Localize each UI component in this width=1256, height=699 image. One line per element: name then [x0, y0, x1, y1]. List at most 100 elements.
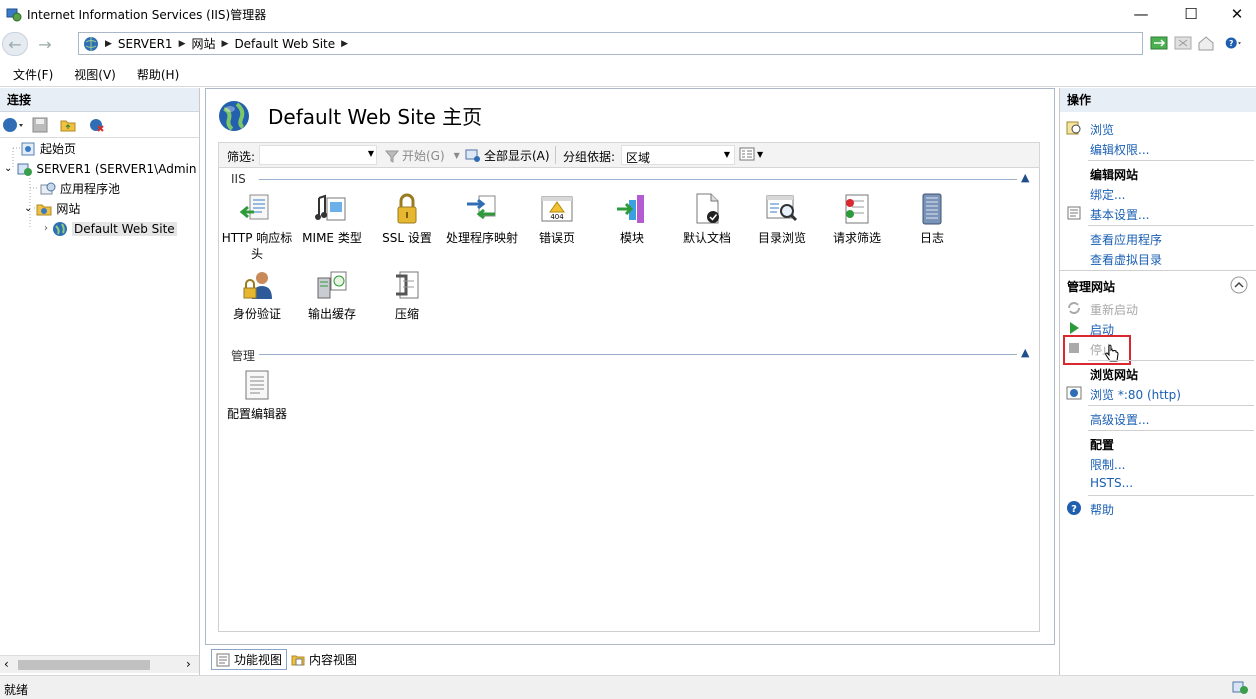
save-icon[interactable] [32, 117, 48, 133]
request-filtering-icon [845, 194, 869, 224]
sites-folder-icon [36, 204, 52, 215]
feature-handler-mappings[interactable]: 处理程序映射 [444, 192, 520, 246]
action-view-applications[interactable]: 查看应用程序 [1090, 231, 1162, 248]
action-browse-http[interactable]: 浏览 *:80 (http) [1090, 386, 1181, 403]
help-dropdown-icon[interactable]: ? [1225, 34, 1243, 52]
feature-label: 身份验证 [232, 307, 281, 321]
expand-down-chevron-icon[interactable]: ⌄ [24, 203, 32, 214]
action-advanced-settings[interactable]: 高级设置... [1090, 411, 1149, 428]
disconnect-icon[interactable] [1174, 34, 1192, 52]
action-edit-permissions[interactable]: 编辑权限... [1090, 141, 1149, 158]
tab-features-view[interactable]: 功能视图 [211, 649, 288, 670]
expand-right-chevron-icon[interactable]: › [44, 223, 48, 234]
group-by-dropdown-arrow-icon[interactable]: ▼ [724, 150, 730, 159]
minimize-button[interactable]: — [1118, 0, 1164, 28]
scroll-left-icon[interactable]: ‹ [4, 657, 9, 671]
expand-down-chevron-icon[interactable]: ⌄ [4, 163, 12, 174]
browse-icon [1066, 121, 1081, 135]
feature-modules[interactable]: 模块 [594, 192, 670, 246]
menu-help[interactable]: 帮助(H) [137, 66, 179, 83]
app-pools-icon [40, 182, 56, 194]
action-help[interactable]: 帮助 [1090, 501, 1114, 518]
feature-authentication[interactable]: 身份验证 [219, 268, 295, 322]
collapse-up-chevron-icon[interactable] [1230, 276, 1248, 294]
title-bar: Internet Information Services (IIS)管理器 —… [0, 0, 1256, 28]
feature-label: 请求筛选 [832, 231, 881, 245]
feature-compression[interactable]: 压缩 [369, 268, 445, 322]
scroll-thumb[interactable] [18, 660, 150, 670]
section-divider [259, 354, 1017, 355]
section-divider [1060, 270, 1256, 271]
close-button[interactable]: ✕ [1214, 0, 1256, 28]
back-button[interactable]: ← [2, 32, 28, 56]
tree-item-app-pools[interactable]: 应用程序池 [40, 179, 120, 198]
filter-input[interactable]: ▼ [259, 145, 377, 165]
section-header-management[interactable]: 管理 [231, 347, 255, 364]
authentication-icon [243, 272, 272, 299]
svg-text:?: ? [1229, 39, 1233, 48]
default-document-icon [696, 193, 719, 224]
horizontal-scrollbar[interactable]: ‹ › [0, 655, 199, 673]
connection-status-icon [1232, 681, 1248, 694]
connect-icon[interactable] [1150, 34, 1168, 52]
delete-connection-icon[interactable] [89, 117, 105, 133]
filter-dropdown-arrow-icon[interactable]: ▼ [368, 149, 374, 158]
collapse-section-icon[interactable]: ▲ [1021, 346, 1029, 359]
tab-content-view[interactable]: 内容视图 [287, 649, 361, 670]
menu-file[interactable]: 文件(F) [13, 66, 53, 83]
feature-logging[interactable]: 日志 [894, 192, 970, 246]
feature-output-caching[interactable]: 输出缓存 [294, 268, 370, 322]
feature-http-response-headers[interactable]: HTTP 响应标头 [219, 192, 295, 262]
tree-item-sites[interactable]: ⌄ 网站 [24, 199, 80, 218]
tree-item-server[interactable]: ⌄ SERVER1 (SERVER1\Admin [4, 159, 196, 178]
feature-default-document[interactable]: 默认文档 [669, 192, 745, 246]
actions-divider [1088, 360, 1254, 361]
connect-globe-dropdown-icon[interactable] [2, 117, 26, 133]
action-view-virtual-directories[interactable]: 查看虚拟目录 [1090, 251, 1162, 268]
feature-configuration-editor[interactable]: 配置编辑器 [219, 368, 295, 422]
action-restart[interactable]: 重新启动 [1090, 301, 1138, 318]
iis-app-icon [6, 8, 22, 22]
action-bindings[interactable]: 绑定... [1090, 186, 1125, 203]
breadcrumb-chevron-icon: ▶ [221, 38, 229, 49]
action-hsts[interactable]: HSTS... [1090, 476, 1133, 490]
forward-button[interactable]: → [32, 32, 58, 56]
breadcrumb-sites[interactable]: 网站 [192, 35, 216, 52]
menu-view[interactable]: 视图(V) [74, 66, 116, 83]
action-browse[interactable]: 浏览 [1090, 121, 1114, 138]
view-mode-button[interactable]: ▼ [739, 147, 763, 161]
show-all-button[interactable]: 全部显示(A) [465, 147, 550, 164]
action-basic-settings[interactable]: 基本设置... [1090, 206, 1149, 223]
feature-directory-browsing[interactable]: 目录浏览 [744, 192, 820, 246]
feature-error-pages[interactable]: 404 错误页 [519, 192, 595, 246]
start-filter-button[interactable]: 开始(G) ▼ [385, 147, 460, 164]
error-pages-icon: 404 [541, 196, 573, 222]
maximize-button[interactable]: ☐ [1168, 0, 1214, 28]
section-header-iis[interactable]: IIS [231, 172, 246, 186]
tree-item-start-page[interactable]: 起始页 [20, 139, 76, 158]
scroll-right-icon[interactable]: › [186, 657, 191, 671]
address-bar[interactable]: ▶ SERVER1 ▶ 网站 ▶ Default Web Site ▶ [78, 32, 1143, 55]
home-icon[interactable] [1197, 34, 1215, 52]
start-dropdown-arrow-icon[interactable]: ▼ [454, 151, 460, 160]
status-text: 就绪 [4, 683, 29, 697]
action-limits[interactable]: 限制... [1090, 456, 1125, 473]
toolbar-divider [555, 146, 556, 164]
actions-pane: 操作 浏览 编辑权限... 编辑网站 绑定... 基本设置... 查看应用程序 … [1059, 88, 1256, 675]
breadcrumb-chevron-icon: ▶ [341, 38, 349, 49]
group-by-select[interactable]: 区域 ▼ [621, 145, 735, 165]
back-arrow-icon: ← [8, 34, 22, 54]
ssl-settings-icon [397, 193, 417, 224]
collapse-section-icon[interactable]: ▲ [1021, 171, 1029, 184]
feature-mime-types[interactable]: MIME 类型 [294, 192, 370, 246]
up-folder-icon[interactable] [60, 117, 76, 133]
output-caching-icon [317, 271, 347, 299]
show-all-label: 全部显示(A) [484, 149, 550, 163]
feature-request-filtering[interactable]: 请求筛选 [819, 192, 895, 246]
feature-label: 模块 [619, 231, 644, 245]
feature-label: 处理程序映射 [445, 231, 518, 245]
breadcrumb-default-web-site[interactable]: Default Web Site [234, 37, 335, 51]
breadcrumb-server[interactable]: SERVER1 [118, 37, 173, 51]
feature-ssl-settings[interactable]: SSL 设置 [369, 192, 445, 246]
tree-item-default-web-site[interactable]: › Default Web Site [44, 219, 177, 238]
